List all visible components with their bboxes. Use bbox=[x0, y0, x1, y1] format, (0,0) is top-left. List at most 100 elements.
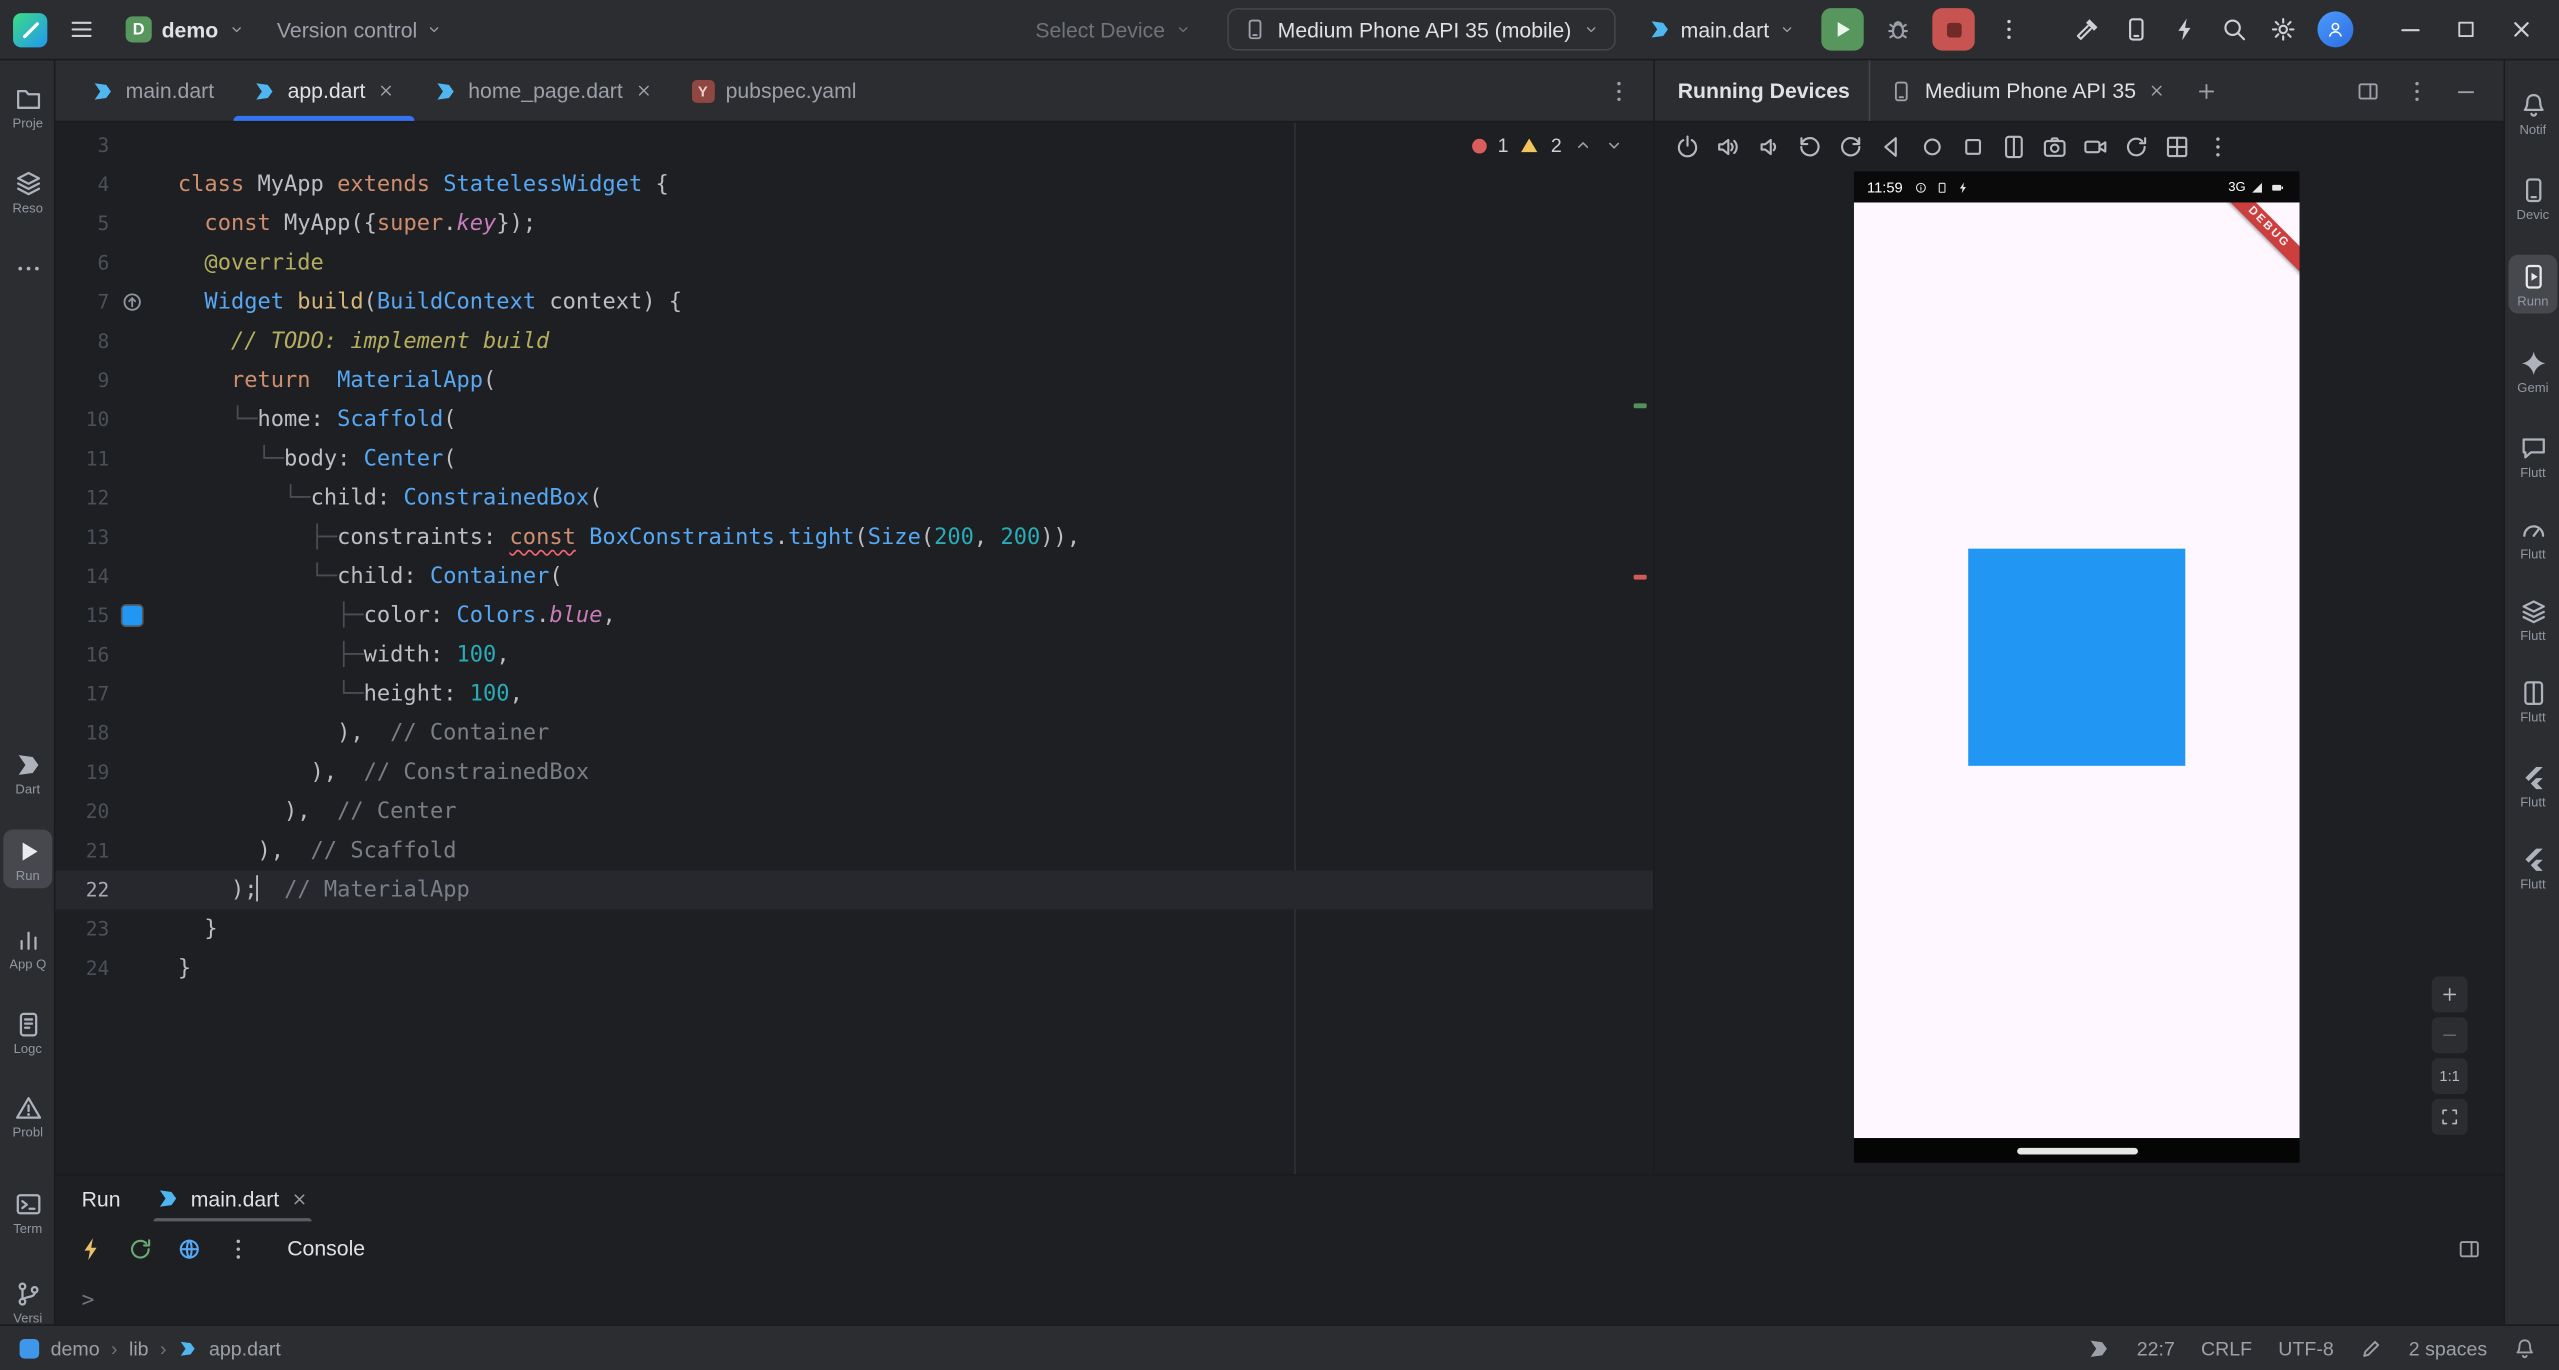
code-line-24[interactable]: 24} bbox=[55, 949, 1653, 988]
code-line-9[interactable]: 9 return MaterialApp( bbox=[55, 361, 1653, 400]
code-line-3[interactable]: 3 bbox=[55, 126, 1653, 165]
right-stripe-item-flutter-tool-1[interactable]: Flutt bbox=[2508, 756, 2557, 815]
code-line-15[interactable]: 15 ├─color: Colors.blue, bbox=[55, 596, 1653, 635]
run-tab[interactable]: main.dart bbox=[153, 1176, 312, 1222]
debug-button[interactable] bbox=[1877, 8, 1919, 50]
devtools-button[interactable] bbox=[176, 1235, 202, 1261]
panel-options-button[interactable] bbox=[2396, 69, 2438, 111]
device-dropdown[interactable]: Medium Phone API 35 (mobile) bbox=[1227, 8, 1615, 50]
code-line-4[interactable]: 4class MyApp extends StatelessWidget { bbox=[55, 165, 1653, 204]
left-stripe-item-app-quality-insights[interactable]: App Q bbox=[3, 918, 52, 977]
code-line-12[interactable]: 12 └─child: ConstrainedBox( bbox=[55, 478, 1653, 517]
back-icon[interactable] bbox=[1878, 134, 1904, 160]
profiler-button[interactable] bbox=[2164, 8, 2206, 50]
fold-icon[interactable] bbox=[2001, 134, 2027, 160]
left-stripe-item-dart-analysis[interactable]: Dart bbox=[3, 743, 52, 802]
breadcrumb-file[interactable]: app.dart bbox=[209, 1337, 281, 1360]
close-icon[interactable] bbox=[634, 82, 652, 100]
breadcrumb-project[interactable]: demo bbox=[51, 1337, 100, 1360]
left-stripe-item-terminal[interactable]: Term bbox=[3, 1182, 52, 1241]
zoom-reset-button[interactable]: 1:1 bbox=[2432, 1058, 2468, 1094]
maximize-button[interactable] bbox=[2438, 5, 2493, 54]
flutter-app-surface[interactable]: DEBUG bbox=[1854, 202, 2300, 1138]
right-stripe-item-flutter-inspector[interactable]: Flutt bbox=[2508, 589, 2557, 648]
more-run-actions-button[interactable] bbox=[1988, 8, 2030, 50]
write-access-icon[interactable] bbox=[2360, 1337, 2383, 1360]
search-everywhere-button[interactable] bbox=[2213, 8, 2255, 50]
left-stripe-item-logcat[interactable]: Logc bbox=[3, 1003, 52, 1062]
right-stripe-item-running-devices[interactable]: Runn bbox=[2508, 255, 2557, 314]
code-line-14[interactable]: 14 └─child: Container( bbox=[55, 557, 1653, 596]
hide-panel-button[interactable] bbox=[2445, 69, 2487, 111]
device-tab[interactable]: Medium Phone API 35 bbox=[1869, 60, 2165, 120]
right-stripe-item-flutter-outline[interactable]: Flutt bbox=[2508, 426, 2557, 485]
left-stripe-item-more-tool-windows[interactable] bbox=[3, 247, 52, 288]
code-line-19[interactable]: 19 ), // ConstrainedBox bbox=[55, 753, 1653, 792]
right-stripe-item-flutter-tool-2[interactable]: Flutt bbox=[2508, 838, 2557, 897]
video-icon[interactable] bbox=[2082, 134, 2108, 160]
left-stripe-item-resource-manager[interactable]: Reso bbox=[3, 162, 52, 221]
home-circle-icon[interactable] bbox=[1919, 134, 1945, 160]
more-vert-icon[interactable] bbox=[2205, 134, 2231, 160]
close-icon[interactable] bbox=[2147, 82, 2165, 100]
code-line-13[interactable]: 13 ├─constraints: const BoxConstraints.t… bbox=[55, 518, 1653, 557]
next-problem-button[interactable] bbox=[1604, 136, 1624, 156]
zoom-in-button[interactable] bbox=[2432, 976, 2468, 1012]
fit-screen-button[interactable] bbox=[2432, 1099, 2468, 1135]
left-stripe-item-version-control[interactable]: Versi bbox=[3, 1272, 52, 1331]
layout-settings-icon[interactable] bbox=[2458, 1237, 2481, 1260]
code-line-17[interactable]: 17 └─height: 100, bbox=[55, 674, 1653, 713]
line-separator[interactable]: CRLF bbox=[2201, 1337, 2252, 1360]
editor-tab-app.dart[interactable]: app.dart bbox=[234, 60, 415, 120]
color-swatch[interactable] bbox=[122, 606, 142, 626]
grid-icon[interactable] bbox=[2164, 134, 2190, 160]
device-screen[interactable]: 11:59 3G bbox=[1854, 171, 2300, 1162]
build-button[interactable] bbox=[2066, 8, 2108, 50]
project-selector[interactable]: D demo bbox=[116, 11, 254, 47]
snapshot-icon[interactable] bbox=[2123, 134, 2149, 160]
device-manager-button[interactable] bbox=[2115, 8, 2157, 50]
close-icon[interactable] bbox=[377, 82, 395, 100]
code-line-10[interactable]: 10 └─home: Scaffold( bbox=[55, 400, 1653, 439]
select-device-dropdown[interactable]: Select Device bbox=[1035, 17, 1191, 41]
code-line-20[interactable]: 20 ), // Center bbox=[55, 792, 1653, 831]
inspections-widget[interactable]: 1 2 bbox=[1471, 134, 1623, 157]
volume-up-icon[interactable] bbox=[1715, 134, 1741, 160]
zoom-out-button[interactable] bbox=[2432, 1017, 2468, 1053]
more-button[interactable] bbox=[225, 1235, 251, 1261]
add-device-tab-button[interactable] bbox=[2185, 69, 2227, 111]
run-button[interactable] bbox=[1821, 8, 1863, 50]
right-stripe-item-notifications[interactable]: Notif bbox=[2508, 83, 2557, 142]
stop-button[interactable] bbox=[1932, 8, 1974, 50]
indent-setting[interactable]: 2 spaces bbox=[2409, 1337, 2487, 1360]
right-stripe-item-flutter-coverage[interactable]: Flutt bbox=[2508, 671, 2557, 730]
right-stripe-item-device-manager[interactable]: Devic bbox=[2508, 168, 2557, 227]
editor-tab-pubspec.yaml[interactable]: Ypubspec.yaml bbox=[672, 60, 876, 120]
left-stripe-item-problems[interactable]: Probl bbox=[3, 1086, 52, 1145]
notifications-icon[interactable] bbox=[2513, 1337, 2536, 1360]
rotate-left-icon[interactable] bbox=[1797, 134, 1823, 160]
caret-position[interactable]: 22:7 bbox=[2137, 1337, 2175, 1360]
code-line-23[interactable]: 23 } bbox=[55, 910, 1653, 949]
previous-problem-button[interactable] bbox=[1573, 136, 1593, 156]
code-line-6[interactable]: 6 @override bbox=[55, 243, 1653, 282]
editor-tab-home_page.dart[interactable]: home_page.dart bbox=[414, 60, 671, 120]
rotate-right-icon[interactable] bbox=[1838, 134, 1864, 160]
right-stripe-item-flutter-performance[interactable]: Flutt bbox=[2508, 508, 2557, 567]
code-line-16[interactable]: 16 ├─width: 100, bbox=[55, 635, 1653, 674]
main-menu-button[interactable] bbox=[60, 8, 102, 50]
avatar[interactable] bbox=[2317, 11, 2353, 47]
code-line-21[interactable]: 21 ), // Scaffold bbox=[55, 831, 1653, 870]
console-tab-label[interactable]: Console bbox=[287, 1236, 365, 1260]
camera-icon[interactable] bbox=[2042, 134, 2068, 160]
run-config-dropdown[interactable]: main.dart bbox=[1648, 17, 1795, 41]
editor-tab-main.dart[interactable]: main.dart bbox=[72, 60, 234, 120]
code-line-18[interactable]: 18 ), // Container bbox=[55, 714, 1653, 753]
code-line-8[interactable]: 8 // TODO: implement build bbox=[55, 322, 1653, 361]
tab-options-button[interactable] bbox=[1598, 69, 1640, 111]
right-stripe-item-gemini[interactable]: Gemi bbox=[2508, 341, 2557, 400]
code-editor[interactable]: 34class MyApp extends StatelessWidget {5… bbox=[55, 122, 1653, 1174]
code-line-7[interactable]: 7 Widget build(BuildContext context) { bbox=[55, 282, 1653, 321]
code-line-22[interactable]: 22 ); // MaterialApp bbox=[55, 870, 1653, 909]
close-icon[interactable] bbox=[291, 1190, 309, 1208]
